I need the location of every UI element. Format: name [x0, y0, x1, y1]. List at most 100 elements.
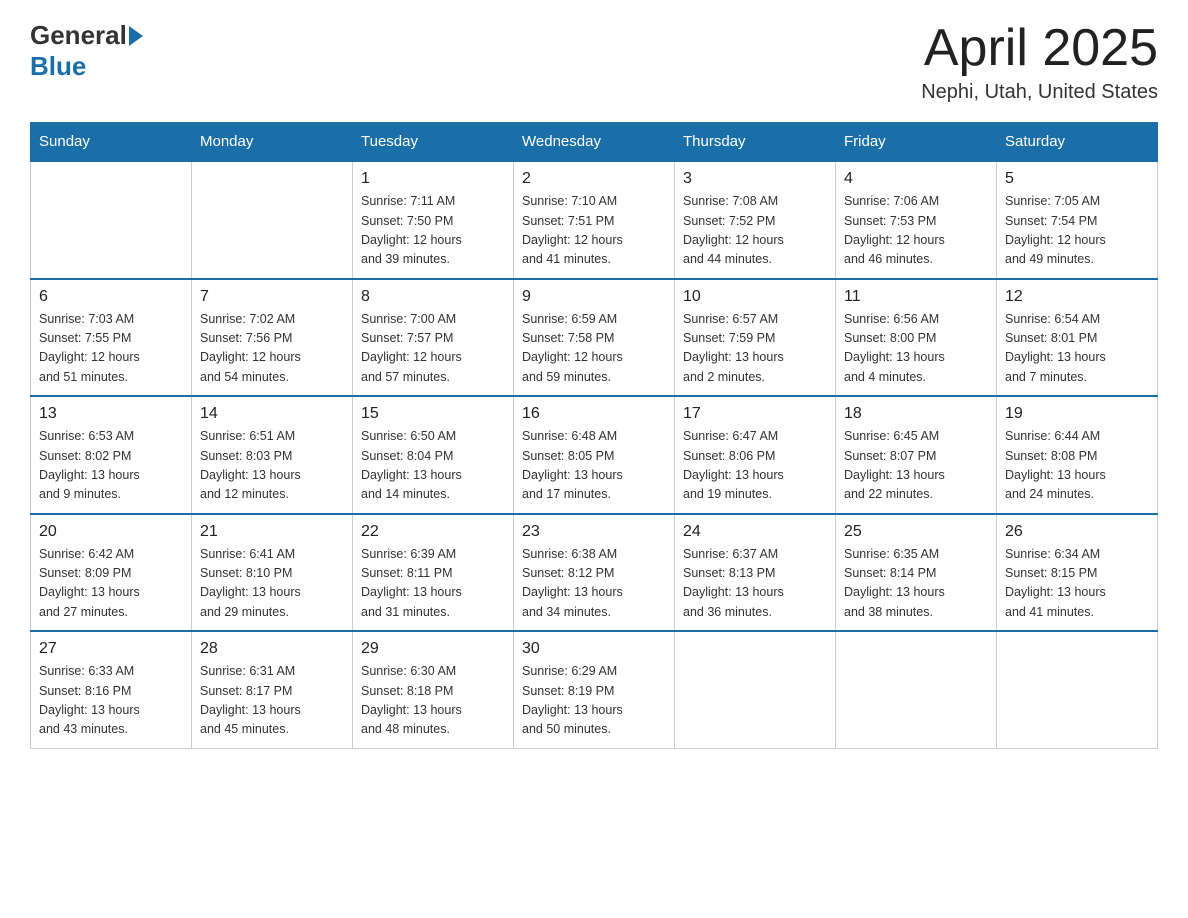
day-info: Sunrise: 6:54 AM Sunset: 8:01 PM Dayligh…: [1005, 310, 1149, 388]
col-thursday: Thursday: [675, 123, 836, 162]
table-row: 15 Sunrise: 6:50 AM Sunset: 8:04 PM Dayli…: [353, 396, 514, 514]
table-row: 21 Sunrise: 6:41 AM Sunset: 8:10 PM Dayli…: [192, 514, 353, 632]
col-sunday: Sunday: [31, 123, 192, 162]
day-number: 22: [361, 523, 505, 541]
table-row: 16 Sunrise: 6:48 AM Sunset: 8:05 PM Dayli…: [514, 396, 675, 514]
col-wednesday: Wednesday: [514, 123, 675, 162]
table-row: 28 Sunrise: 6:31 AM Sunset: 8:17 PM Dayli…: [192, 631, 353, 748]
table-row: 5 Sunrise: 7:05 AM Sunset: 7:54 PM Daylig…: [997, 161, 1158, 279]
col-friday: Friday: [836, 123, 997, 162]
day-number: 3: [683, 170, 827, 188]
day-number: 20: [39, 523, 183, 541]
day-info: Sunrise: 6:42 AM Sunset: 8:09 PM Dayligh…: [39, 545, 183, 623]
table-row: 9Sunrise: 6:59 AM Sunset: 7:58 PM Daylig…: [514, 279, 675, 397]
day-number: 8: [361, 288, 505, 306]
day-info: Sunrise: 7:05 AM Sunset: 7:54 PM Dayligh…: [1005, 192, 1149, 270]
day-info: Sunrise: 6:56 AM Sunset: 8:00 PM Dayligh…: [844, 310, 988, 388]
day-number: 21: [200, 523, 344, 541]
day-number: 13: [39, 405, 183, 423]
calendar-week-row: 27 Sunrise: 6:33 AM Sunset: 8:16 PM Dayli…: [31, 631, 1158, 748]
table-row: 1 Sunrise: 7:11 AM Sunset: 7:50 PM Daylig…: [353, 161, 514, 279]
table-row: 4 Sunrise: 7:06 AM Sunset: 7:53 PM Daylig…: [836, 161, 997, 279]
day-info: Sunrise: 6:37 AM Sunset: 8:13 PM Dayligh…: [683, 545, 827, 623]
logo-blue-text: Blue: [30, 51, 86, 82]
day-info: Sunrise: 6:44 AM Sunset: 8:08 PM Dayligh…: [1005, 427, 1149, 505]
table-row: 20 Sunrise: 6:42 AM Sunset: 8:09 PM Dayli…: [31, 514, 192, 632]
day-info: Sunrise: 6:53 AM Sunset: 8:02 PM Dayligh…: [39, 427, 183, 505]
day-number: 16: [522, 405, 666, 423]
day-number: 7: [200, 288, 344, 306]
day-info: Sunrise: 6:33 AM Sunset: 8:16 PM Dayligh…: [39, 662, 183, 740]
day-number: 2: [522, 170, 666, 188]
day-info: Sunrise: 6:31 AM Sunset: 8:17 PM Dayligh…: [200, 662, 344, 740]
logo-general-text: General: [30, 20, 127, 51]
calendar-subtitle: Nephi, Utah, United States: [921, 81, 1158, 104]
day-number: 29: [361, 640, 505, 658]
calendar-body: 1 Sunrise: 7:11 AM Sunset: 7:50 PM Daylig…: [31, 161, 1158, 748]
table-row: 10 Sunrise: 6:57 AM Sunset: 7:59 PM Dayli…: [675, 279, 836, 397]
day-info: Sunrise: 7:11 AM Sunset: 7:50 PM Dayligh…: [361, 192, 505, 270]
day-info: Sunrise: 6:38 AM Sunset: 8:12 PM Dayligh…: [522, 545, 666, 623]
day-info: Sunrise: 6:41 AM Sunset: 8:10 PM Dayligh…: [200, 545, 344, 623]
table-row: 12 Sunrise: 6:54 AM Sunset: 8:01 PM Dayli…: [997, 279, 1158, 397]
table-row: 24 Sunrise: 6:37 AM Sunset: 8:13 PM Dayli…: [675, 514, 836, 632]
day-number: 23: [522, 523, 666, 541]
table-row: 26 Sunrise: 6:34 AM Sunset: 8:15 PM Dayli…: [997, 514, 1158, 632]
table-row: 8 Sunrise: 7:00 AM Sunset: 7:57 PM Daylig…: [353, 279, 514, 397]
day-info: Sunrise: 6:45 AM Sunset: 8:07 PM Dayligh…: [844, 427, 988, 505]
day-number: 26: [1005, 523, 1149, 541]
table-row: 13 Sunrise: 6:53 AM Sunset: 8:02 PM Dayli…: [31, 396, 192, 514]
calendar-header-row: Sunday Monday Tuesday Wednesday Thursday…: [31, 123, 1158, 162]
day-number: 11: [844, 288, 988, 306]
day-number: 24: [683, 523, 827, 541]
table-row: 22Sunrise: 6:39 AM Sunset: 8:11 PM Dayli…: [353, 514, 514, 632]
table-row: [675, 631, 836, 748]
table-row: 14 Sunrise: 6:51 AM Sunset: 8:03 PM Dayli…: [192, 396, 353, 514]
day-number: 27: [39, 640, 183, 658]
calendar-week-row: 6Sunrise: 7:03 AM Sunset: 7:55 PM Daylig…: [31, 279, 1158, 397]
day-number: 19: [1005, 405, 1149, 423]
day-number: 28: [200, 640, 344, 658]
col-saturday: Saturday: [997, 123, 1158, 162]
logo-flag-icon: [129, 26, 143, 46]
day-info: Sunrise: 7:03 AM Sunset: 7:55 PM Dayligh…: [39, 310, 183, 388]
day-number: 17: [683, 405, 827, 423]
table-row: 27 Sunrise: 6:33 AM Sunset: 8:16 PM Dayli…: [31, 631, 192, 748]
day-number: 30: [522, 640, 666, 658]
table-row: 25 Sunrise: 6:35 AM Sunset: 8:14 PM Dayli…: [836, 514, 997, 632]
table-row: 11 Sunrise: 6:56 AM Sunset: 8:00 PM Dayli…: [836, 279, 997, 397]
table-row: [31, 161, 192, 279]
col-monday: Monday: [192, 123, 353, 162]
table-row: [836, 631, 997, 748]
day-number: 4: [844, 170, 988, 188]
day-info: Sunrise: 6:47 AM Sunset: 8:06 PM Dayligh…: [683, 427, 827, 505]
header: General Blue April 2025 Nephi, Utah, Uni…: [30, 20, 1158, 104]
day-info: Sunrise: 6:30 AM Sunset: 8:18 PM Dayligh…: [361, 662, 505, 740]
calendar-week-row: 20 Sunrise: 6:42 AM Sunset: 8:09 PM Dayli…: [31, 514, 1158, 632]
table-row: 17 Sunrise: 6:47 AM Sunset: 8:06 PM Dayli…: [675, 396, 836, 514]
day-info: Sunrise: 6:50 AM Sunset: 8:04 PM Dayligh…: [361, 427, 505, 505]
day-number: 25: [844, 523, 988, 541]
logo: General Blue: [30, 20, 145, 82]
day-number: 1: [361, 170, 505, 188]
day-info: Sunrise: 7:08 AM Sunset: 7:52 PM Dayligh…: [683, 192, 827, 270]
day-info: Sunrise: 6:35 AM Sunset: 8:14 PM Dayligh…: [844, 545, 988, 623]
day-number: 10: [683, 288, 827, 306]
table-row: 2Sunrise: 7:10 AM Sunset: 7:51 PM Daylig…: [514, 161, 675, 279]
day-info: Sunrise: 6:34 AM Sunset: 8:15 PM Dayligh…: [1005, 545, 1149, 623]
table-row: 3 Sunrise: 7:08 AM Sunset: 7:52 PM Daylig…: [675, 161, 836, 279]
day-info: Sunrise: 7:00 AM Sunset: 7:57 PM Dayligh…: [361, 310, 505, 388]
col-tuesday: Tuesday: [353, 123, 514, 162]
day-info: Sunrise: 6:51 AM Sunset: 8:03 PM Dayligh…: [200, 427, 344, 505]
table-row: 29 Sunrise: 6:30 AM Sunset: 8:18 PM Dayli…: [353, 631, 514, 748]
day-number: 14: [200, 405, 344, 423]
day-number: 15: [361, 405, 505, 423]
calendar-week-row: 1 Sunrise: 7:11 AM Sunset: 7:50 PM Daylig…: [31, 161, 1158, 279]
day-number: 5: [1005, 170, 1149, 188]
day-number: 12: [1005, 288, 1149, 306]
day-info: Sunrise: 6:48 AM Sunset: 8:05 PM Dayligh…: [522, 427, 666, 505]
day-info: Sunrise: 6:57 AM Sunset: 7:59 PM Dayligh…: [683, 310, 827, 388]
table-row: 19 Sunrise: 6:44 AM Sunset: 8:08 PM Dayli…: [997, 396, 1158, 514]
title-area: April 2025 Nephi, Utah, United States: [921, 20, 1158, 104]
day-info: Sunrise: 7:06 AM Sunset: 7:53 PM Dayligh…: [844, 192, 988, 270]
